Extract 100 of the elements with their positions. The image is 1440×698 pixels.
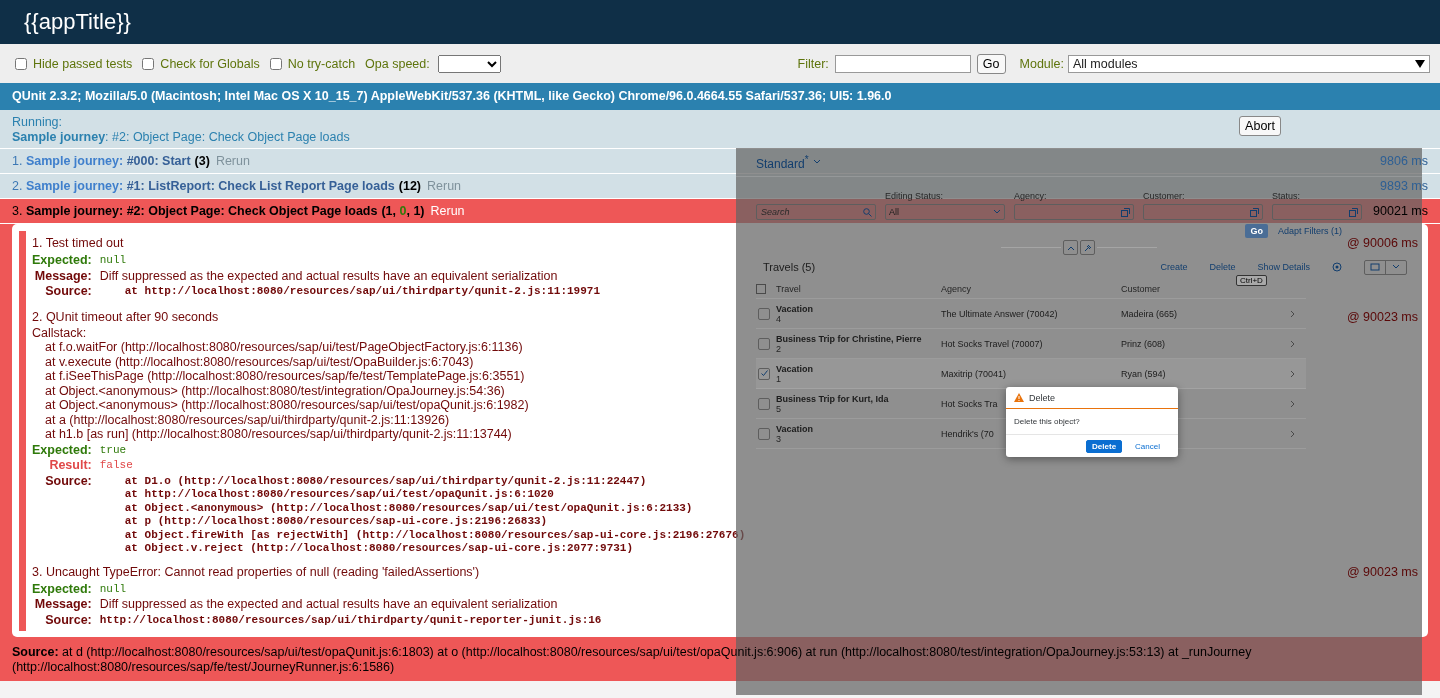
export-icon <box>1370 263 1380 271</box>
travel-id: 5 <box>776 403 782 414</box>
filter-label: Editing Status: <box>885 191 945 201</box>
field-value: false <box>99 458 134 472</box>
field-value: null <box>99 581 128 595</box>
checkmark-icon <box>759 369 769 378</box>
variant-title[interactable]: Standard$^{*}$ <box>756 153 809 171</box>
value-help-field[interactable] <box>1272 204 1362 220</box>
travel-title: Vacation <box>776 363 814 374</box>
chevron-right-icon <box>1290 309 1295 318</box>
travel-id: 3 <box>776 433 782 444</box>
customer-cell: Prinz (608) <box>1121 338 1165 349</box>
pin-button[interactable] <box>1080 240 1095 255</box>
search-field[interactable]: Search <box>756 204 876 220</box>
filter-label: Customer: <box>1143 191 1186 201</box>
callstack-line: at Object.<anonymous> (http://localhost:8080/test/integration/OpaJourney.js:54:36) <box>45 383 505 398</box>
source-line: at p (http://localhost:8080/resources/sap-ui-core.js:2196:26833) <box>123 514 549 528</box>
value-help-icon <box>1250 207 1259 217</box>
field-label: Result: <box>49 458 92 472</box>
chevron-right-icon <box>1290 369 1295 378</box>
speed-select[interactable] <box>437 54 501 73</box>
row-checkbox[interactable] <box>758 307 770 320</box>
select-all-icon <box>756 284 766 294</box>
cancel-button[interactable]: Cancel <box>1130 439 1165 453</box>
assertion-time: @ 90023 ms <box>1346 308 1418 326</box>
field-label: Expected: <box>32 581 92 596</box>
value-help-field[interactable] <box>1143 204 1263 220</box>
status-select[interactable]: All <box>885 204 1005 220</box>
tooltip: Ctrl+D <box>1236 275 1267 286</box>
travel-id: 2 <box>776 343 782 354</box>
export-button[interactable] <box>1364 259 1407 275</box>
row-checkbox[interactable] <box>758 427 770 440</box>
chevron-down-icon <box>812 159 821 165</box>
filter-label: Agency: <box>1014 191 1048 201</box>
warning-icon <box>1014 393 1024 402</box>
checkbox[interactable] <box>15 57 27 70</box>
rerun-link[interactable]: Rerun <box>430 204 465 218</box>
module-select[interactable]: All modules <box>1068 54 1430 73</box>
source-line: at http://localhost:8080/resources/sap/ui/thirdparty/qunit-2.js:11:19971 <box>123 284 601 298</box>
callstack-line: at f.iSeeThisPage (http://localhost:8080/resources/sap/fe/test/TemplatePage.js:6:3551) <box>45 369 525 384</box>
chevron-up-icon <box>1066 244 1075 251</box>
assertion-message: 1. Test timed out <box>32 235 124 252</box>
value-help-field[interactable] <box>1014 204 1134 220</box>
chevron-down-icon <box>993 209 1001 215</box>
travel-title: Vacation <box>776 423 814 434</box>
speed-label: Opa speed: <box>365 56 430 71</box>
test-counts: (1, 0, 1) <box>381 204 425 218</box>
app-title: {{appTitle}} <box>0 0 1440 44</box>
callstack-line: at v.execute (http://localhost:8080/resources/sap/ui/test/OpaBuilder.js:6:7043) <box>45 354 474 369</box>
filter-field[interactable] <box>834 54 971 73</box>
checkbox[interactable] <box>142 57 155 70</box>
running-test: Sample journey: #2: Object Page: Check Object Page loads <box>12 130 350 145</box>
chevron-right-icon <box>1290 399 1295 408</box>
field-label: Source: <box>45 473 92 488</box>
field-value: null <box>99 253 128 267</box>
adapt-filters-link[interactable]: Adapt Filters (1) <box>1277 226 1342 236</box>
agency-cell: Maxitrip (70041) <box>941 368 1007 379</box>
travel-id: 4 <box>776 313 782 324</box>
abort-button[interactable]: Abort <box>1239 116 1281 136</box>
test-counts: (3) <box>194 154 210 168</box>
field-label: Expected: <box>32 253 92 267</box>
customer-cell: Madeira (665) <box>1121 308 1178 319</box>
collapse-button[interactable] <box>1063 240 1078 255</box>
toolbar-action[interactable]: Show Details <box>1257 262 1310 272</box>
value-help-icon <box>1349 207 1358 217</box>
rerun-link[interactable]: Rerun <box>215 154 250 168</box>
callstack-label: Callstack: <box>32 325 87 340</box>
callstack-line: at Object.<anonymous> (http://localhost:8080/resources/sap/ui/test/opaQunit.js:6:1982) <box>45 398 529 413</box>
callstack-line: at h1.b [as run] (http://localhost:8080/resources/sap/ui/thirdparty/qunit-2.js:11:13744) <box>45 427 512 442</box>
filter-label: Filter: <box>797 56 829 71</box>
assertion-message: 2. QUnit timeout after 90 seconds <box>32 308 219 326</box>
checkbox-label[interactable]: No try-catch <box>287 56 356 71</box>
field-label: Source: <box>45 612 92 627</box>
column-header: Customer <box>1121 284 1161 294</box>
checkbox[interactable] <box>269 57 282 70</box>
assertion-time: @ 90023 ms <box>1346 563 1418 581</box>
source-line: at Object.<anonymous> (http://localhost:8080/resources/sap/ui/test/opaQunit.js:6:2133) <box>123 500 694 514</box>
travel-id: 1 <box>776 373 782 384</box>
callstack-line: at f.o.waitFor (http://localhost:8080/resources/sap/ui/test/PageObjectFactory.js:6:1136) <box>45 340 523 355</box>
travel-title: Business Trip for Christine, Pierre <box>776 333 923 344</box>
customer-cell: Ryan (594) <box>1121 368 1166 379</box>
row-checkbox[interactable] <box>758 367 770 380</box>
search-icon <box>863 208 872 217</box>
toolbar-action[interactable]: Create <box>1160 262 1188 272</box>
travel-title: Business Trip for Kurt, Ida <box>776 393 890 404</box>
agency-cell: The Ultimate Answer (70042) <box>941 308 1058 319</box>
assertion-time: @ 90006 ms <box>1346 235 1418 252</box>
field-label: Message: <box>34 597 92 611</box>
row-checkbox[interactable] <box>758 397 770 410</box>
checkbox-label[interactable]: Check for Globals <box>160 56 260 71</box>
go-button[interactable]: Go <box>1245 224 1268 238</box>
field-label: Source: <box>45 284 92 298</box>
row-checkbox[interactable] <box>758 337 770 350</box>
source-line: http://localhost:8080/resources/sap/ui/thirdparty/qunit-reporter-junit.js:16 <box>99 612 602 626</box>
chevron-right-icon <box>1290 339 1295 348</box>
delete-button[interactable]: Delete <box>1086 439 1123 453</box>
rerun-link[interactable]: Rerun <box>427 179 462 193</box>
toolbar-action[interactable]: Delete <box>1209 262 1236 272</box>
go-button[interactable]: Go <box>976 53 1006 74</box>
checkbox-label[interactable]: Hide passed tests <box>33 56 133 71</box>
